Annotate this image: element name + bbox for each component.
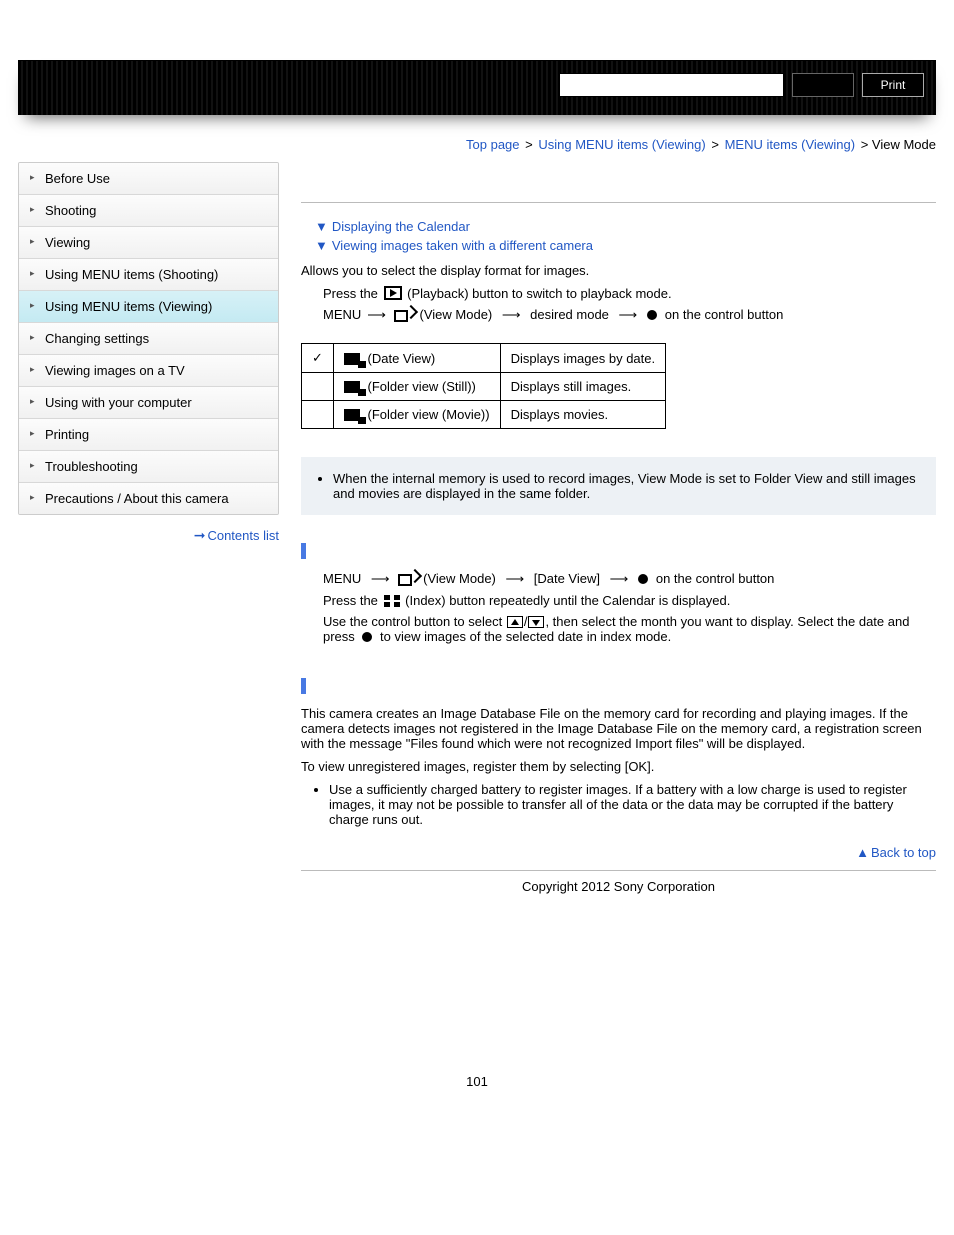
heading-calendar: [301, 543, 936, 559]
table-row: (Folder view (Movie)) Displays movies.: [302, 401, 666, 429]
diffcam-p2: To view unregistered images, register th…: [301, 759, 936, 774]
down-arrow-icon: [528, 616, 544, 628]
sidebar-item-precautions[interactable]: Precautions / About this camera: [19, 482, 278, 514]
center-button-icon: [638, 574, 648, 584]
index-icon: [384, 595, 400, 607]
folder-movie-icon: [344, 409, 360, 421]
sidebar-item-troubleshooting[interactable]: Troubleshooting: [19, 450, 278, 482]
crumb-using-menu-viewing[interactable]: Using MENU items (Viewing): [538, 137, 705, 152]
triangle-down-icon: ▼: [315, 238, 328, 253]
crumb-menu-items-viewing[interactable]: MENU items (Viewing): [725, 137, 856, 152]
sidebar-item-viewing-tv[interactable]: Viewing images on a TV: [19, 354, 278, 386]
table-row: (Folder view (Still)) Displays still ima…: [302, 373, 666, 401]
folder-still-icon: [344, 381, 360, 393]
heading-diffcam: [301, 678, 936, 694]
note-box: When the internal memory is used to reco…: [301, 457, 936, 515]
center-button-icon: [647, 310, 657, 320]
sidebar-item-menu-shooting[interactable]: Using MENU items (Shooting): [19, 258, 278, 290]
print-button[interactable]: Print: [862, 73, 924, 97]
sidebar-item-shooting[interactable]: Shooting: [19, 194, 278, 226]
sidebar-item-viewing[interactable]: Viewing: [19, 226, 278, 258]
diffcam-bullet: Use a sufficiently charged battery to re…: [329, 782, 936, 827]
view-mode-icon: [398, 571, 418, 585]
page-number: 101: [18, 1074, 936, 1089]
step-2: MENU⟶ (View Mode) ⟶ desired mode ⟶ on th…: [323, 307, 936, 323]
sidebar-item-computer[interactable]: Using with your computer: [19, 386, 278, 418]
intro-text: Allows you to select the display format …: [301, 263, 936, 278]
view-mode-icon: [394, 307, 414, 321]
sidebar-item-menu-viewing[interactable]: Using MENU items (Viewing): [19, 290, 278, 322]
search-input[interactable]: [559, 73, 784, 97]
sidebar: Before Use Shooting Viewing Using MENU i…: [18, 162, 279, 894]
cal-step-1: MENU ⟶ (View Mode) ⟶ [Date View] ⟶ on th…: [323, 571, 936, 587]
view-mode-table: ✓ (Date View) Displays images by date. (…: [301, 343, 666, 429]
step-1: Press the (Playback) button to switch to…: [323, 286, 936, 301]
center-button-icon: [362, 632, 372, 642]
date-view-icon: [344, 353, 360, 365]
cal-step-2: Press the (Index) button repeatedly unti…: [323, 593, 936, 608]
arrow-right-icon: ➞: [194, 527, 206, 543]
crumb-current: View Mode: [872, 137, 936, 152]
anchor-diffcam[interactable]: Viewing images taken with a different ca…: [332, 238, 593, 253]
cal-step-3: Use the control button to select /, then…: [323, 614, 936, 644]
table-row: ✓ (Date View) Displays images by date.: [302, 344, 666, 373]
contents-list-link[interactable]: Contents list: [207, 528, 279, 543]
sidebar-item-changing-settings[interactable]: Changing settings: [19, 322, 278, 354]
anchor-calendar[interactable]: Displaying the Calendar: [332, 219, 470, 234]
search-go-button[interactable]: [792, 73, 854, 97]
playback-icon: [384, 286, 402, 300]
up-arrow-icon: [507, 616, 523, 628]
back-to-top-link[interactable]: Back to top: [871, 845, 936, 860]
check-icon: ✓: [302, 344, 334, 373]
breadcrumb: Top page > Using MENU items (Viewing) > …: [18, 137, 936, 152]
header-band: Print: [18, 60, 936, 115]
copyright: Copyright 2012 Sony Corporation: [301, 870, 936, 894]
diffcam-p1: This camera creates an Image Database Fi…: [301, 706, 936, 751]
triangle-up-icon: ▲: [856, 845, 869, 860]
sidebar-item-before-use[interactable]: Before Use: [19, 163, 278, 194]
sidebar-item-printing[interactable]: Printing: [19, 418, 278, 450]
triangle-down-icon: ▼: [315, 219, 328, 234]
crumb-top-page[interactable]: Top page: [466, 137, 520, 152]
main-content: ▼ Displaying the Calendar ▼ Viewing images…: [301, 162, 936, 894]
